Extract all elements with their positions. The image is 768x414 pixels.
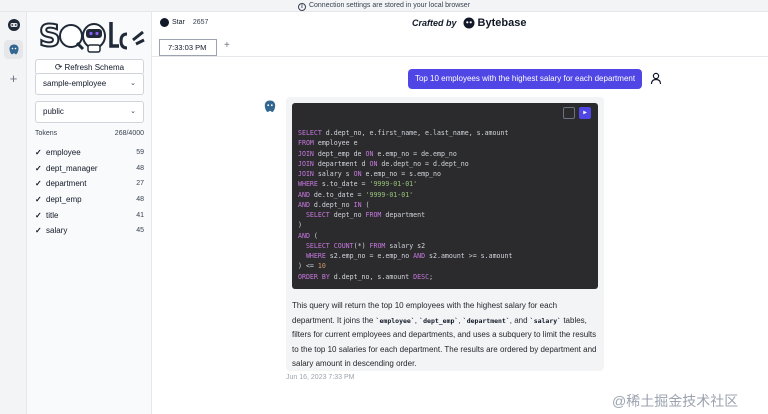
svg-text:S: S [39,19,61,54]
database-select[interactable]: sample-employee ⌄ [35,73,144,95]
sql-code: SELECT d.dept_no, e.first_name, e.last_n… [298,128,512,282]
sql-line: ) [298,221,302,230]
watermark: @稀土掘金技术社区 [612,393,739,409]
add-tab-button[interactable]: + [224,40,230,51]
refresh-icon: ⟳ [54,62,63,72]
sql-line: SELECT dept_no FROM department [305,211,426,219]
table-item-department[interactable]: ✓ department 27 [35,176,144,192]
user-message: Top 10 employees with the highest salary… [408,69,642,89]
checkbox-checked-icon: ✓ [35,226,42,236]
sql-line: WHERE s2.emp_no = e.emp_no AND s2.amount… [305,252,513,260]
sql-line: SELECT COUNT(*) FROM salary s2 [305,241,426,250]
table-token-count: 48 [136,196,144,204]
checkbox-checked-icon: ✓ [35,163,42,173]
info-icon: i [297,3,306,11]
github-star-button[interactable]: Star 2657 [160,18,208,27]
table-item-dept-manager[interactable]: ✓ dept_manager 48 [35,161,144,177]
table-ref-department: `department` [462,316,510,325]
sql-line: AND ( [298,231,318,240]
table-name: dept_emp [46,195,82,205]
connection-robot-icon[interactable] [4,15,23,34]
table-item-salary[interactable]: ✓ salary 45 [35,223,144,239]
table-token-count: 48 [136,164,144,172]
table-item-title[interactable]: ✓ title 41 [35,207,144,223]
table-ref-employee: `employee` [375,316,415,325]
sqlchat-logo-icon: S [38,18,145,55]
sql-line: ORDER BY d.dept_no, s.amount DESC; [298,272,434,281]
add-connection-button[interactable]: + [6,72,21,87]
sql-line: FROM employee e [298,139,358,148]
table-item-employee[interactable]: ✓ employee 59 [35,145,144,161]
table-item-dept-emp[interactable]: ✓ dept_emp 48 [35,192,144,208]
crafted-by-text: Crafted by [412,18,457,28]
sql-line: JOIN department d ON de.dept_no = d.dept… [298,159,469,168]
table-name: salary [46,226,68,236]
tab-divider [152,56,768,57]
sql-line: AND de.to_date = '9999-01-01' [298,190,414,199]
github-star-label: Star [172,19,185,26]
checkbox-checked-icon: ✓ [35,179,42,189]
tokens-value: 268/4000 [114,130,144,137]
connection-rail: + [0,12,27,414]
table-list: ✓ employee 59 ✓ dept_manager 48 ✓ department 2… [35,145,144,239]
copy-icon[interactable] [563,107,575,119]
sql-line: AND d.dept_no IN ( [298,200,370,209]
sql-line: ) <= 10 [298,262,326,271]
bytebase-brand: Bytebase [477,17,527,29]
sql-line: SELECT d.dept_no, e.first_name, e.last_n… [298,129,509,137]
checkbox-checked-icon: ✓ [35,195,42,205]
table-token-count: 45 [136,227,144,235]
schema-value: public [43,107,64,116]
execute-query-button[interactable]: ▶ [579,107,591,119]
refresh-label: Refresh Schema [64,63,125,72]
table-token-count: 59 [136,149,144,157]
table-name: department [46,179,87,189]
table-token-count: 27 [136,180,144,188]
table-token-count: 41 [136,211,144,219]
banner-text: Connection settings are stored in your l… [308,2,471,9]
answer-part: , and [509,315,530,325]
chevron-down-icon: ⌄ [130,108,136,115]
sql-line: JOIN dept_emp de ON e.emp_no = de.emp_no [298,149,457,158]
table-name: dept_manager [46,163,98,173]
github-icon [160,18,169,27]
github-star-count: 2657 [192,19,209,26]
chevron-down-icon: ⌄ [130,80,136,87]
storage-notice-banner: i Connection settings are stored in your … [0,0,768,12]
postgres-avatar-icon [264,100,276,112]
checkbox-checked-icon: ✓ [35,148,42,158]
user-avatar-icon [650,72,662,85]
answer-text: This query will return the top 10 employ… [292,299,598,372]
message-timestamp: Jun 16, 2023 7:33 PM [286,374,355,381]
token-counter: Tokens 268/4000 [35,130,144,137]
table-ref-dept-emp: `dept_emp` [419,316,459,325]
connection-postgres-icon[interactable] [4,40,23,59]
robot-mascot-icon [82,23,106,53]
checkbox-checked-icon: ✓ [35,210,42,220]
database-value: sample-employee [43,79,107,88]
schema-sidebar: S ⟳ Refresh Schema sample-employee ⌄ publ… [27,12,152,414]
table-name: title [46,210,59,220]
schema-select[interactable]: public ⌄ [35,101,144,123]
tokens-label: Tokens [35,130,58,137]
table-ref-salary: `salary` [529,316,562,325]
sql-line: JOIN salary s ON e.emp_no = s.emp_no [298,170,441,178]
bytebase-logo-icon [463,17,475,29]
chat-tab[interactable]: 7:33:03 PM [159,39,217,56]
sql-code-block: ▶ SELECT d.dept_no, e.first_name, e.last… [292,103,598,289]
crafted-by-link[interactable]: Crafted by Bytebase [412,17,526,29]
sql-line: WHERE s.to_date = '9999-01-01' [298,180,418,189]
table-name: employee [46,148,81,158]
